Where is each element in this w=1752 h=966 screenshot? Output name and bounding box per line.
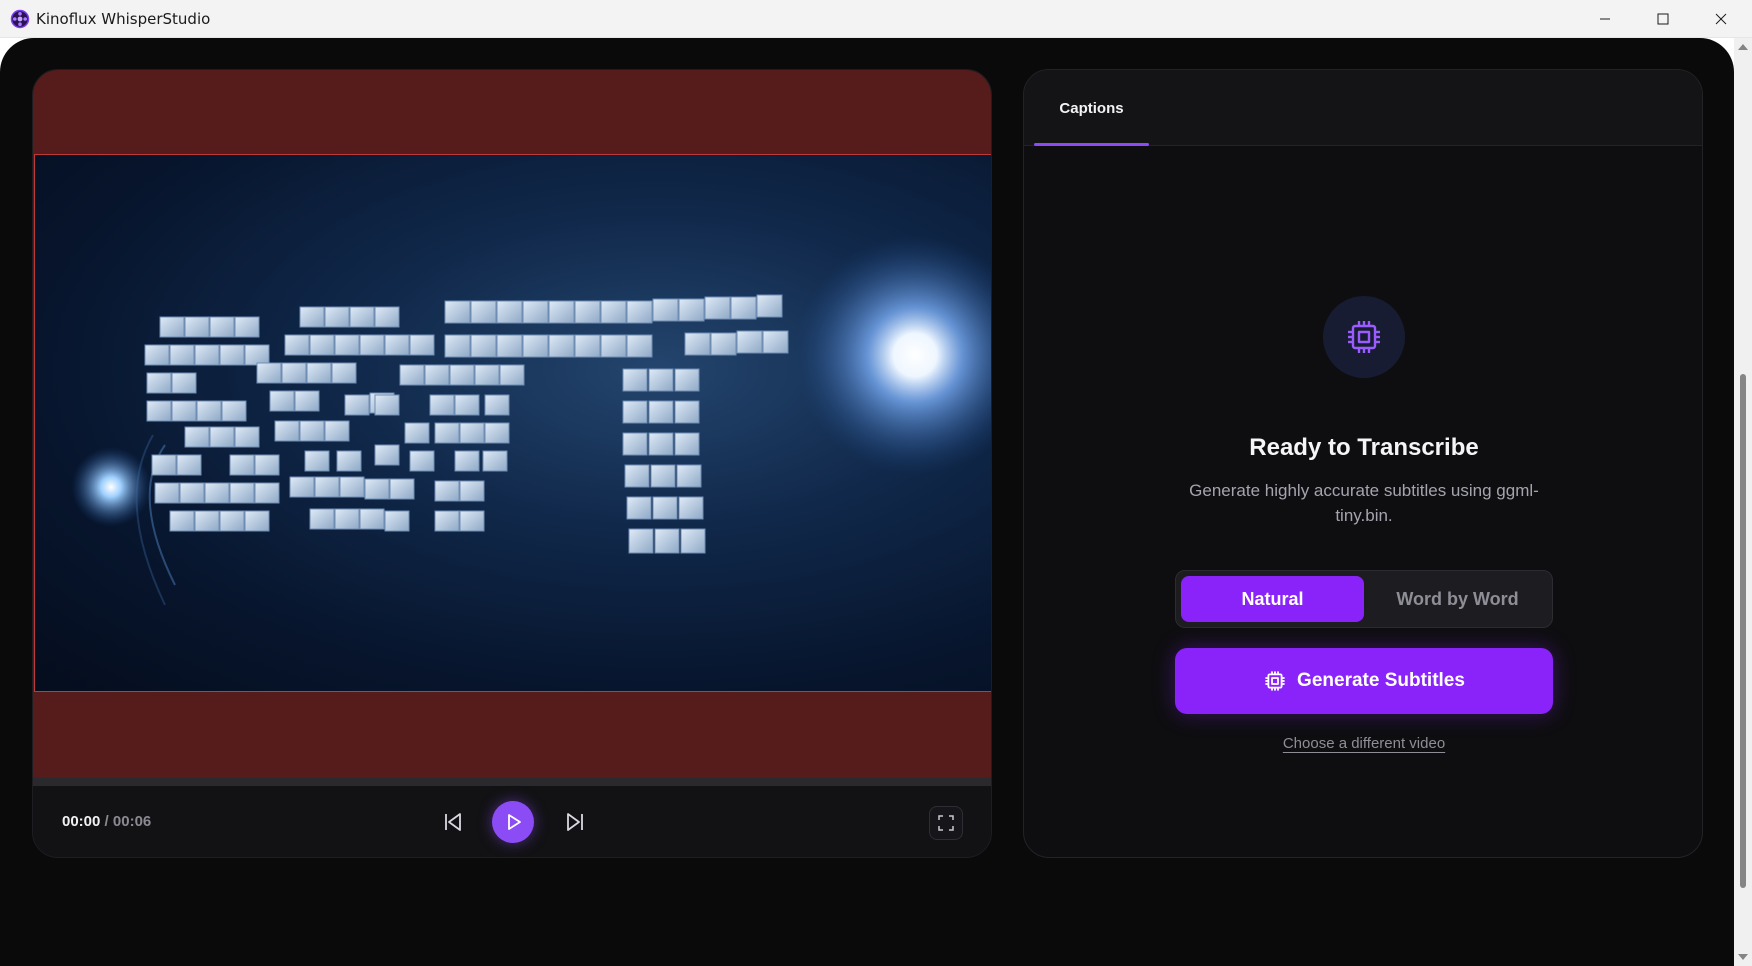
duration: 00:06: [112, 813, 152, 830]
player-controls: 00:00 / 00:06: [33, 786, 991, 857]
video-content: [71, 235, 991, 606]
window-scrollbar[interactable]: [1734, 38, 1752, 966]
ready-description: Generate highly accurate subtitles using…: [1189, 481, 1539, 525]
play-button[interactable]: [492, 801, 534, 843]
transcribe-status-icon: [1323, 296, 1405, 378]
ready-heading: Ready to Transcribe: [1249, 434, 1479, 461]
scroll-up-arrow-icon[interactable]: [1738, 44, 1748, 50]
play-icon: [508, 814, 521, 830]
generate-subtitles-label: Generate Subtitles: [1297, 670, 1465, 691]
maximize-icon: [1657, 13, 1669, 25]
video-frame[interactable]: [34, 154, 991, 692]
minimize-icon: [1600, 18, 1610, 20]
cpu-chip-icon: [1265, 671, 1285, 691]
skip-forward-icon: [567, 813, 583, 831]
minimize-button[interactable]: [1576, 0, 1634, 38]
title-bar: Kinoflux WhisperStudio: [0, 0, 1752, 38]
generate-subtitles-button[interactable]: Generate Subtitles: [1175, 648, 1553, 714]
app-main: 00:00 / 00:06 Captions Ready to Transcri…: [0, 38, 1734, 966]
mode-natural-button[interactable]: Natural: [1181, 576, 1364, 622]
skip-back-icon: [445, 813, 461, 831]
video-player: 00:00 / 00:06: [32, 69, 992, 858]
fullscreen-button[interactable]: [929, 806, 963, 840]
choose-different-video-link[interactable]: Choose a different video: [1283, 735, 1445, 752]
tab-captions[interactable]: Captions: [1034, 70, 1149, 146]
scrollbar-thumb[interactable]: [1740, 374, 1746, 888]
tab-bar: Captions: [1024, 70, 1702, 146]
close-icon: [1715, 13, 1727, 25]
time-separator: /: [104, 813, 109, 830]
time-display: 00:00 / 00:06: [62, 813, 151, 830]
maximize-button[interactable]: [1634, 0, 1692, 38]
choose-video-row: Choose a different video: [1024, 735, 1702, 752]
skip-back-button[interactable]: [433, 802, 473, 842]
video-letterbox: [33, 70, 991, 778]
scroll-down-arrow-icon[interactable]: [1738, 954, 1748, 960]
fullscreen-icon: [938, 815, 954, 831]
active-tab-indicator: [1034, 143, 1149, 146]
app-logo-icon: [10, 9, 30, 29]
window-title: Kinoflux WhisperStudio: [36, 10, 211, 28]
caption-mode-toggle: Natural Word by Word: [1175, 570, 1553, 628]
cpu-chip-icon: [1348, 321, 1380, 353]
captions-panel: Captions Ready to Transcribe Generate hi…: [1023, 69, 1703, 858]
close-button[interactable]: [1692, 0, 1750, 38]
current-time: 00:00: [62, 813, 101, 830]
progress-bar[interactable]: [33, 778, 991, 786]
skip-forward-button[interactable]: [555, 802, 595, 842]
mode-word-by-word-button[interactable]: Word by Word: [1366, 576, 1549, 622]
